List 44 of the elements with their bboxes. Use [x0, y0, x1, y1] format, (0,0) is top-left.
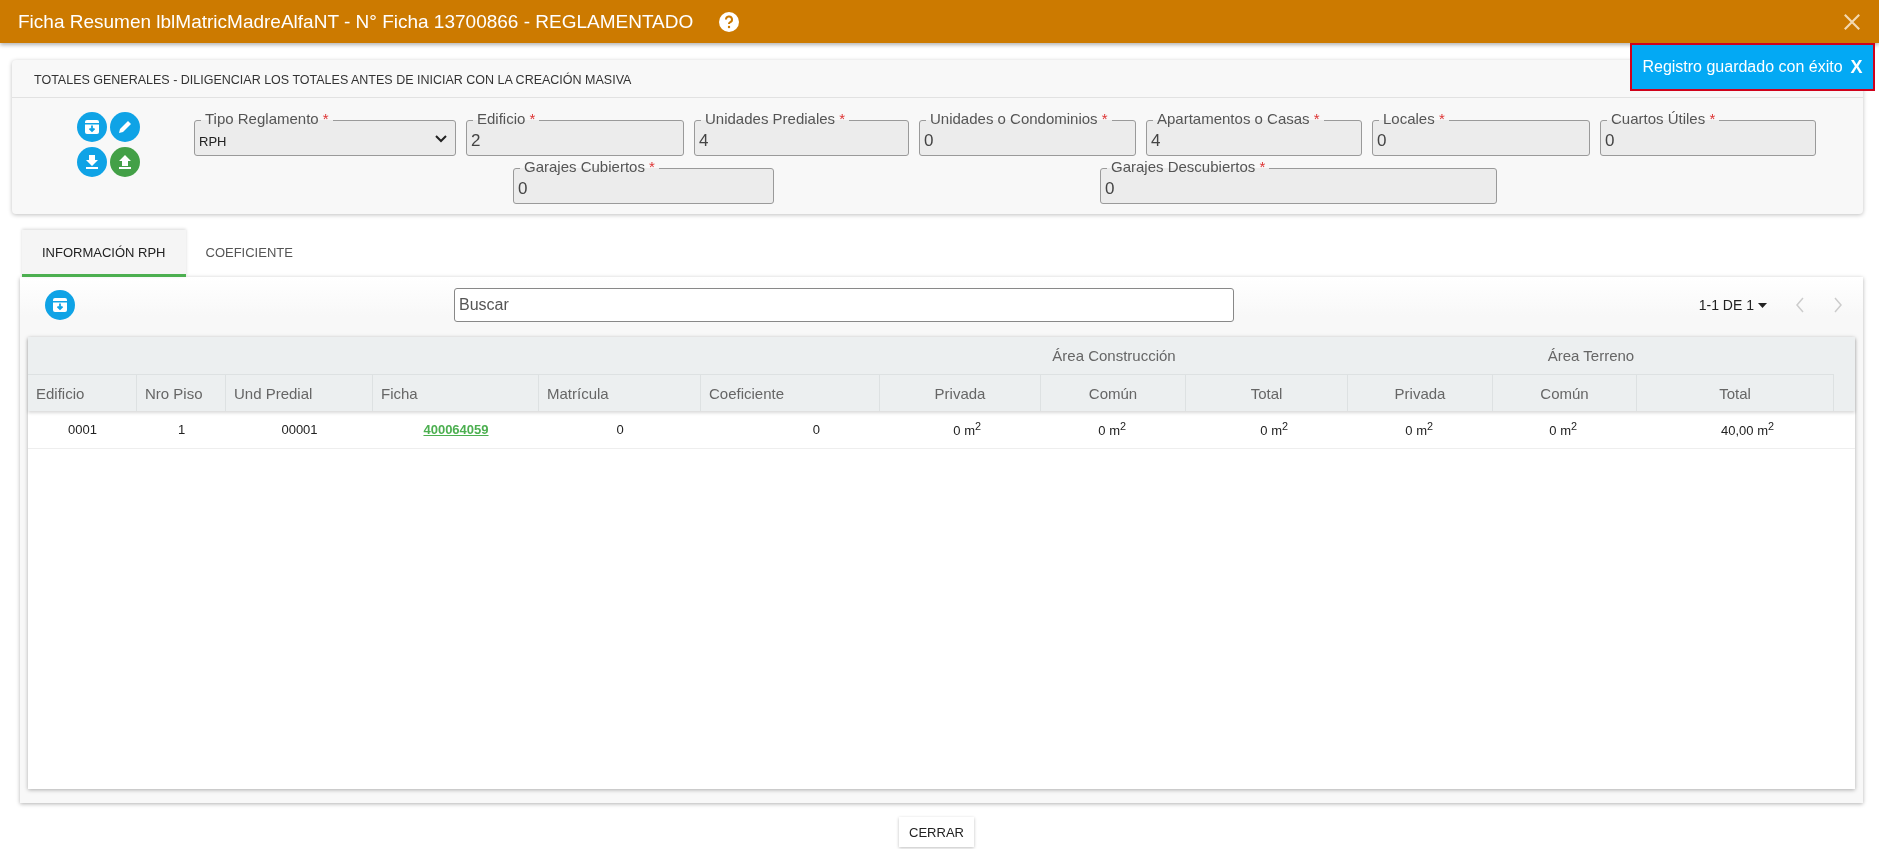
close-icon[interactable] — [1843, 12, 1861, 31]
table-cell: 0001 — [68, 422, 97, 437]
download-icon[interactable] — [77, 147, 107, 177]
caret-icon — [1758, 302, 1767, 308]
table-cell: 1 — [177, 422, 186, 437]
tab[interactable]: COEFICIENTE — [185, 230, 313, 277]
column-header[interactable]: Total — [1186, 374, 1348, 411]
table-cell: 0 m$^{2}$ — [1549, 420, 1577, 439]
pencil-icon[interactable] — [110, 112, 140, 142]
close-button[interactable]: CERRAR — [899, 817, 974, 847]
column-group-header: Área Construcción — [1051, 346, 1177, 366]
previous-page-icon[interactable] — [1795, 297, 1805, 313]
column-header[interactable]: Común — [1493, 374, 1637, 411]
column-header[interactable]: Coeficiente — [701, 374, 880, 411]
column-header[interactable]: Und Predial — [226, 374, 373, 411]
column-header[interactable]: Edificio — [28, 374, 137, 411]
toast-message: Registro guardado con éxito — [1642, 58, 1843, 76]
column-header[interactable]: Privada — [880, 374, 1041, 411]
column-header[interactable]: Común — [1041, 374, 1186, 411]
table-cell: 0 m$^{2}$ — [1098, 420, 1126, 439]
table-cell: 0 m$^{2}$ — [1405, 420, 1433, 439]
table-cell: 40,00 m$^{2}$ — [1721, 420, 1774, 439]
table-cell: 0 m$^{2}$ — [953, 420, 981, 439]
table-cell: 0 — [812, 422, 820, 437]
upload-icon[interactable] — [110, 147, 140, 177]
record-link[interactable]: 400064059 — [423, 422, 489, 437]
archive-download-icon[interactable] — [45, 290, 75, 320]
table-cell: 0 — [616, 422, 624, 437]
column-header[interactable]: Total — [1637, 374, 1834, 411]
search-field[interactable]: Buscar — [454, 288, 1234, 322]
window-title: Ficha Resumen lblMatricMadreAlfaNT - N° Ficha 13700866 - REGLAMENTADO — [18, 10, 694, 33]
column-header[interactable]: Matrícula — [539, 374, 701, 411]
table-cell: 0 m$^{2}$ — [1260, 420, 1288, 439]
column-header[interactable]: Ficha — [373, 374, 539, 411]
column-header[interactable]: Nro Piso — [137, 374, 226, 411]
table-cell: 00001 — [281, 422, 318, 437]
chevron-down-icon — [435, 135, 447, 143]
next-page-icon[interactable] — [1833, 297, 1843, 313]
column-group-header: Área Terreno — [1546, 346, 1636, 366]
archive-download-icon[interactable] — [77, 112, 107, 142]
tab[interactable]: INFORMACIÓN RPH — [22, 230, 186, 277]
help-icon[interactable] — [719, 11, 740, 32]
pagination-dropdown[interactable]: 1-1 DE 1 — [1698, 297, 1767, 313]
column-header[interactable]: Privada — [1348, 374, 1493, 411]
